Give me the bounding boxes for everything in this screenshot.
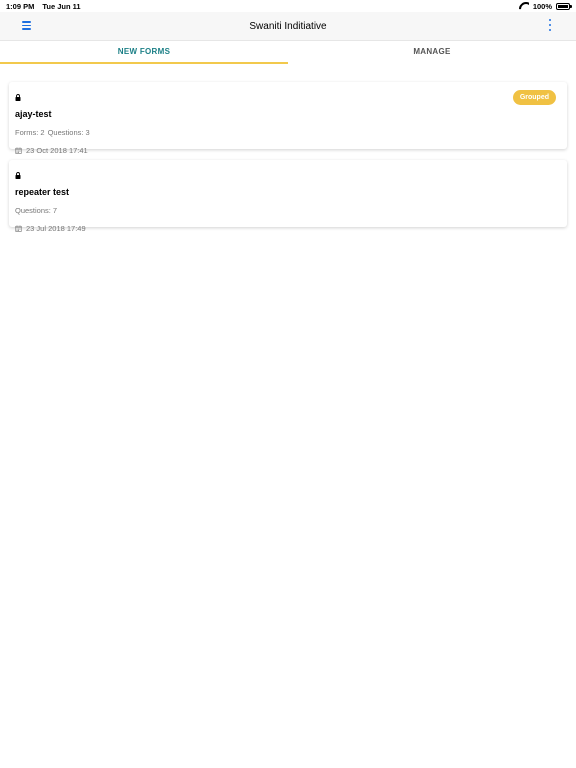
- calendar-icon: [15, 147, 22, 154]
- status-date: Tue Jun 11: [42, 1, 81, 11]
- battery-icon: [556, 2, 572, 10]
- status-left: 1:09 PM Tue Jun 11: [6, 2, 81, 11]
- status-time: 1:09 PM: [6, 1, 35, 11]
- lock-icon: [15, 94, 21, 101]
- form-card-repeater-test[interactable]: repeater test Questions: 7 23 Jul 2018 1…: [9, 160, 567, 233]
- hamburger-menu-icon[interactable]: [22, 21, 31, 30]
- battery-percent: 100%: [532, 1, 552, 11]
- form-date: 23 Oct 2018 17:41: [15, 146, 561, 155]
- status-right: 100%: [519, 1, 572, 11]
- form-title: ajay-test: [15, 109, 52, 119]
- more-options-icon[interactable]: [548, 19, 552, 31]
- forms-count: Forms: 2: [15, 128, 45, 137]
- tab-new-forms[interactable]: NEW FORMS: [0, 41, 288, 64]
- form-date-text: 23 Jul 2018 17:49: [26, 224, 86, 233]
- questions-count: Questions: 3: [47, 128, 90, 137]
- status-bar: 1:09 PM Tue Jun 11 100%: [0, 0, 576, 12]
- calendar-icon: [15, 225, 22, 232]
- questions-count: Questions: 7: [15, 206, 58, 215]
- lock-icon: [15, 172, 21, 179]
- form-date-text: 23 Oct 2018 17:41: [26, 146, 88, 155]
- form-date: 23 Jul 2018 17:49: [15, 224, 561, 233]
- form-meta: Questions: 7: [15, 206, 561, 215]
- wifi-icon: [519, 2, 529, 10]
- form-card-ajay-test[interactable]: ajay-test Forms: 2 Questions: 3 23 Oct 2…: [9, 82, 567, 155]
- tab-manage[interactable]: MANAGE: [288, 41, 576, 64]
- tab-bar: NEW FORMS MANAGE: [0, 40, 576, 64]
- form-title: repeater test: [15, 187, 70, 197]
- grouped-badge: Grouped: [512, 90, 556, 105]
- page-title: Swaniti Inditiative: [249, 20, 327, 32]
- navigation-bar: Swaniti Inditiative: [0, 12, 576, 40]
- form-meta: Forms: 2 Questions: 3: [15, 128, 561, 137]
